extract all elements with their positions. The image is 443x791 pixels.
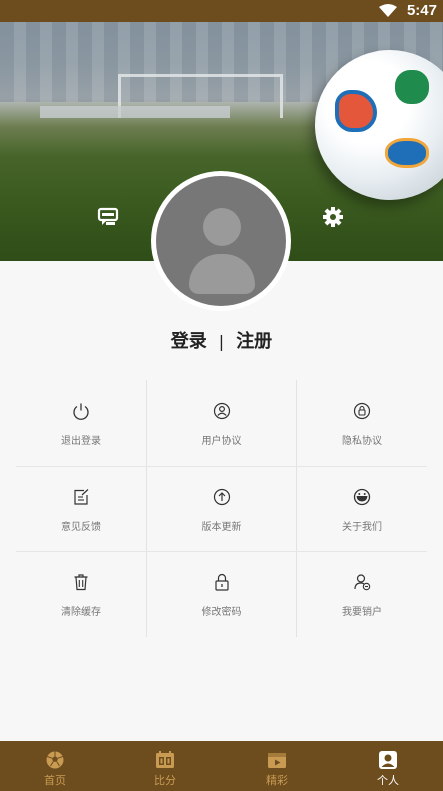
- tab-home[interactable]: 首页: [0, 741, 110, 791]
- user-agreement-icon: [213, 402, 230, 420]
- tab-label: 比分: [154, 774, 176, 787]
- login-link[interactable]: 登录: [171, 327, 207, 353]
- status-time: 5:47: [406, 2, 437, 19]
- menu-item-label: 关于我们: [342, 522, 382, 533]
- register-link[interactable]: 注册: [236, 327, 272, 353]
- menu-grid: 退出登录 用户协议 隐私协议 意见反馈 版本更新 关于我们 清除缓存 修改密码 …: [16, 380, 427, 637]
- wifi-icon: [379, 4, 397, 17]
- menu-item-label: 版本更新: [201, 522, 242, 533]
- menu-item-feedback[interactable]: 意见反馈: [16, 466, 146, 551]
- feedback-edit-icon: [74, 489, 89, 505]
- trash-icon: [74, 574, 88, 591]
- tab-score[interactable]: 比分: [110, 741, 220, 791]
- padlock-icon: [214, 573, 229, 591]
- bottom-tab-bar: 首页 比分 精彩 个人: [0, 741, 443, 791]
- power-icon: [73, 403, 89, 420]
- update-arrow-icon: [213, 488, 230, 506]
- default-avatar-icon: [156, 176, 286, 306]
- tab-label: 个人: [377, 774, 399, 787]
- tab-profile[interactable]: 个人: [333, 741, 443, 791]
- status-bar: 5:47: [0, 0, 443, 22]
- scoreboard-icon: [156, 751, 174, 768]
- menu-item-user-agreement[interactable]: 用户协议: [147, 380, 296, 466]
- settings-gear-icon[interactable]: [322, 206, 344, 228]
- menu-item-label: 我要销户: [342, 607, 382, 618]
- menu-item-label: 退出登录: [61, 436, 101, 447]
- menu-item-cancel-account[interactable]: 我要销户: [297, 551, 427, 637]
- menu-item-label: 用户协议: [201, 436, 242, 447]
- soccer-ball-icon: [46, 751, 64, 769]
- menu-item-label: 意见反馈: [61, 522, 101, 533]
- avatar[interactable]: [151, 171, 291, 311]
- tab-highlights[interactable]: 精彩: [222, 741, 332, 791]
- tab-label: 首页: [44, 774, 66, 787]
- menu-item-change-password[interactable]: 修改密码: [147, 551, 296, 637]
- smile-icon: [353, 488, 371, 506]
- person-icon: [379, 751, 397, 769]
- menu-item-label: 隐私协议: [342, 436, 382, 447]
- menu-item-privacy[interactable]: 隐私协议: [297, 380, 427, 466]
- auth-separator: |: [218, 332, 225, 351]
- menu-item-version-update[interactable]: 版本更新: [147, 466, 296, 551]
- privacy-lock-icon: [353, 402, 371, 420]
- account-cancel-icon: [354, 574, 371, 591]
- menu-item-logout[interactable]: 退出登录: [16, 380, 146, 466]
- ad-board: [40, 106, 230, 118]
- auth-links: 登录 | 注册: [0, 327, 443, 353]
- menu-item-label: 清除缓存: [61, 607, 101, 618]
- video-icon: [268, 753, 286, 768]
- menu-item-clear-cache[interactable]: 清除缓存: [16, 551, 146, 637]
- menu-item-about[interactable]: 关于我们: [297, 466, 427, 551]
- menu-item-label: 修改密码: [201, 607, 242, 618]
- message-icon[interactable]: [97, 206, 119, 228]
- tab-label: 精彩: [266, 774, 288, 787]
